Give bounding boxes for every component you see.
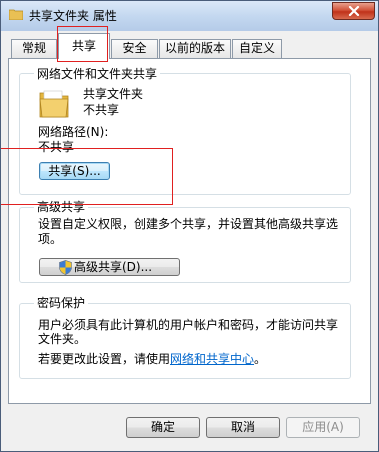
tab-security-label: 安全 bbox=[122, 41, 147, 55]
password-protection-description-line2: 文件夹。 bbox=[38, 332, 87, 346]
sharing-tab-panel: 网络文件和文件夹共享 共享文件夹 不共享 网络路径(N): 不共享 共享(S).… bbox=[8, 58, 371, 404]
share-button-highlight-box bbox=[1, 148, 173, 205]
network-sharing-center-link[interactable]: 网络和共享中心 bbox=[170, 352, 254, 366]
tab-customize-label: 自定义 bbox=[238, 41, 275, 55]
advanced-sharing-button[interactable]: 高级共享(D)... bbox=[39, 258, 180, 276]
ok-button[interactable]: 确定 bbox=[126, 417, 200, 438]
tab-previous-versions[interactable]: 以前的版本 bbox=[159, 39, 231, 58]
folder-name: 共享文件夹 bbox=[83, 87, 144, 101]
tab-security[interactable]: 安全 bbox=[111, 39, 158, 58]
folder-share-status: 不共享 bbox=[83, 103, 120, 117]
tab-highlight-box bbox=[57, 26, 108, 62]
folder-icon bbox=[39, 90, 69, 118]
network-sharing-title: 网络文件和文件夹共享 bbox=[34, 67, 161, 81]
network-path-label: 网络路径(N): bbox=[38, 125, 109, 139]
advanced-sharing-button-label: 高级共享(D)... bbox=[74, 260, 153, 274]
change-prefix: 若要更改此设置，请使用 bbox=[38, 352, 171, 366]
cancel-button[interactable]: 取消 bbox=[206, 417, 280, 438]
folder-icon bbox=[9, 9, 23, 20]
uac-shield-icon bbox=[59, 260, 72, 275]
password-protection-change-text: 若要更改此设置，请使用网络和共享中心。 bbox=[38, 352, 266, 366]
password-protection-title: 密码保护 bbox=[34, 296, 89, 310]
close-button[interactable] bbox=[332, 2, 375, 20]
apply-button[interactable]: 应用(A) bbox=[286, 417, 360, 438]
advanced-sharing-description-line1: 设置自定义权限，创建多个共享，并设置其他高级共享选 bbox=[38, 217, 339, 231]
properties-dialog: 共享文件夹 属性 常规 共享 安全 以前的版本 自定义 网络文件和文件夹共享 共… bbox=[0, 0, 379, 452]
window-title: 共享文件夹 属性 bbox=[29, 9, 117, 23]
close-icon bbox=[348, 6, 360, 16]
tab-customize[interactable]: 自定义 bbox=[232, 39, 282, 58]
tab-previous-versions-label: 以前的版本 bbox=[164, 41, 225, 55]
change-suffix: 。 bbox=[254, 352, 267, 366]
tab-general[interactable]: 常规 bbox=[11, 39, 57, 58]
tab-general-label: 常规 bbox=[21, 41, 46, 55]
advanced-sharing-description-line2: 项。 bbox=[38, 232, 63, 246]
password-protection-description-line1: 用户必须具有此计算机的用户帐户和密码，才能访问共享 bbox=[38, 318, 339, 332]
